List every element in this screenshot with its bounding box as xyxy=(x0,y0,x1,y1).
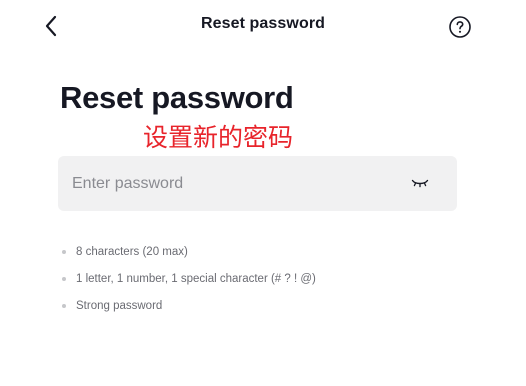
requirement-text: 1 letter, 1 number, 1 special character … xyxy=(76,272,316,285)
password-field[interactable] xyxy=(58,156,457,211)
header-bar: Reset password xyxy=(0,0,526,52)
requirement-item: 1 letter, 1 number, 1 special character … xyxy=(62,265,316,292)
password-input[interactable] xyxy=(58,156,392,211)
annotation-text: 设置新的密码 xyxy=(143,123,294,152)
password-visibility-toggle[interactable] xyxy=(409,176,431,190)
requirement-item: 8 characters (20 max) xyxy=(62,238,316,265)
bullet-dot xyxy=(62,276,66,281)
requirement-text: Strong password xyxy=(76,299,163,312)
reset-password-screen: Reset password Reset password 设置新的密码 8 c… xyxy=(0,0,526,386)
page-title: Reset password xyxy=(60,80,294,115)
bullet-dot xyxy=(62,303,66,308)
requirement-item: Strong password xyxy=(62,292,316,319)
eye-closed-icon xyxy=(411,179,429,188)
bullet-dot xyxy=(62,249,66,254)
password-requirements: 8 characters (20 max) 1 letter, 1 number… xyxy=(62,238,316,319)
help-button[interactable] xyxy=(448,15,472,39)
question-circle-icon xyxy=(449,16,471,38)
requirement-text: 8 characters (20 max) xyxy=(76,245,188,258)
